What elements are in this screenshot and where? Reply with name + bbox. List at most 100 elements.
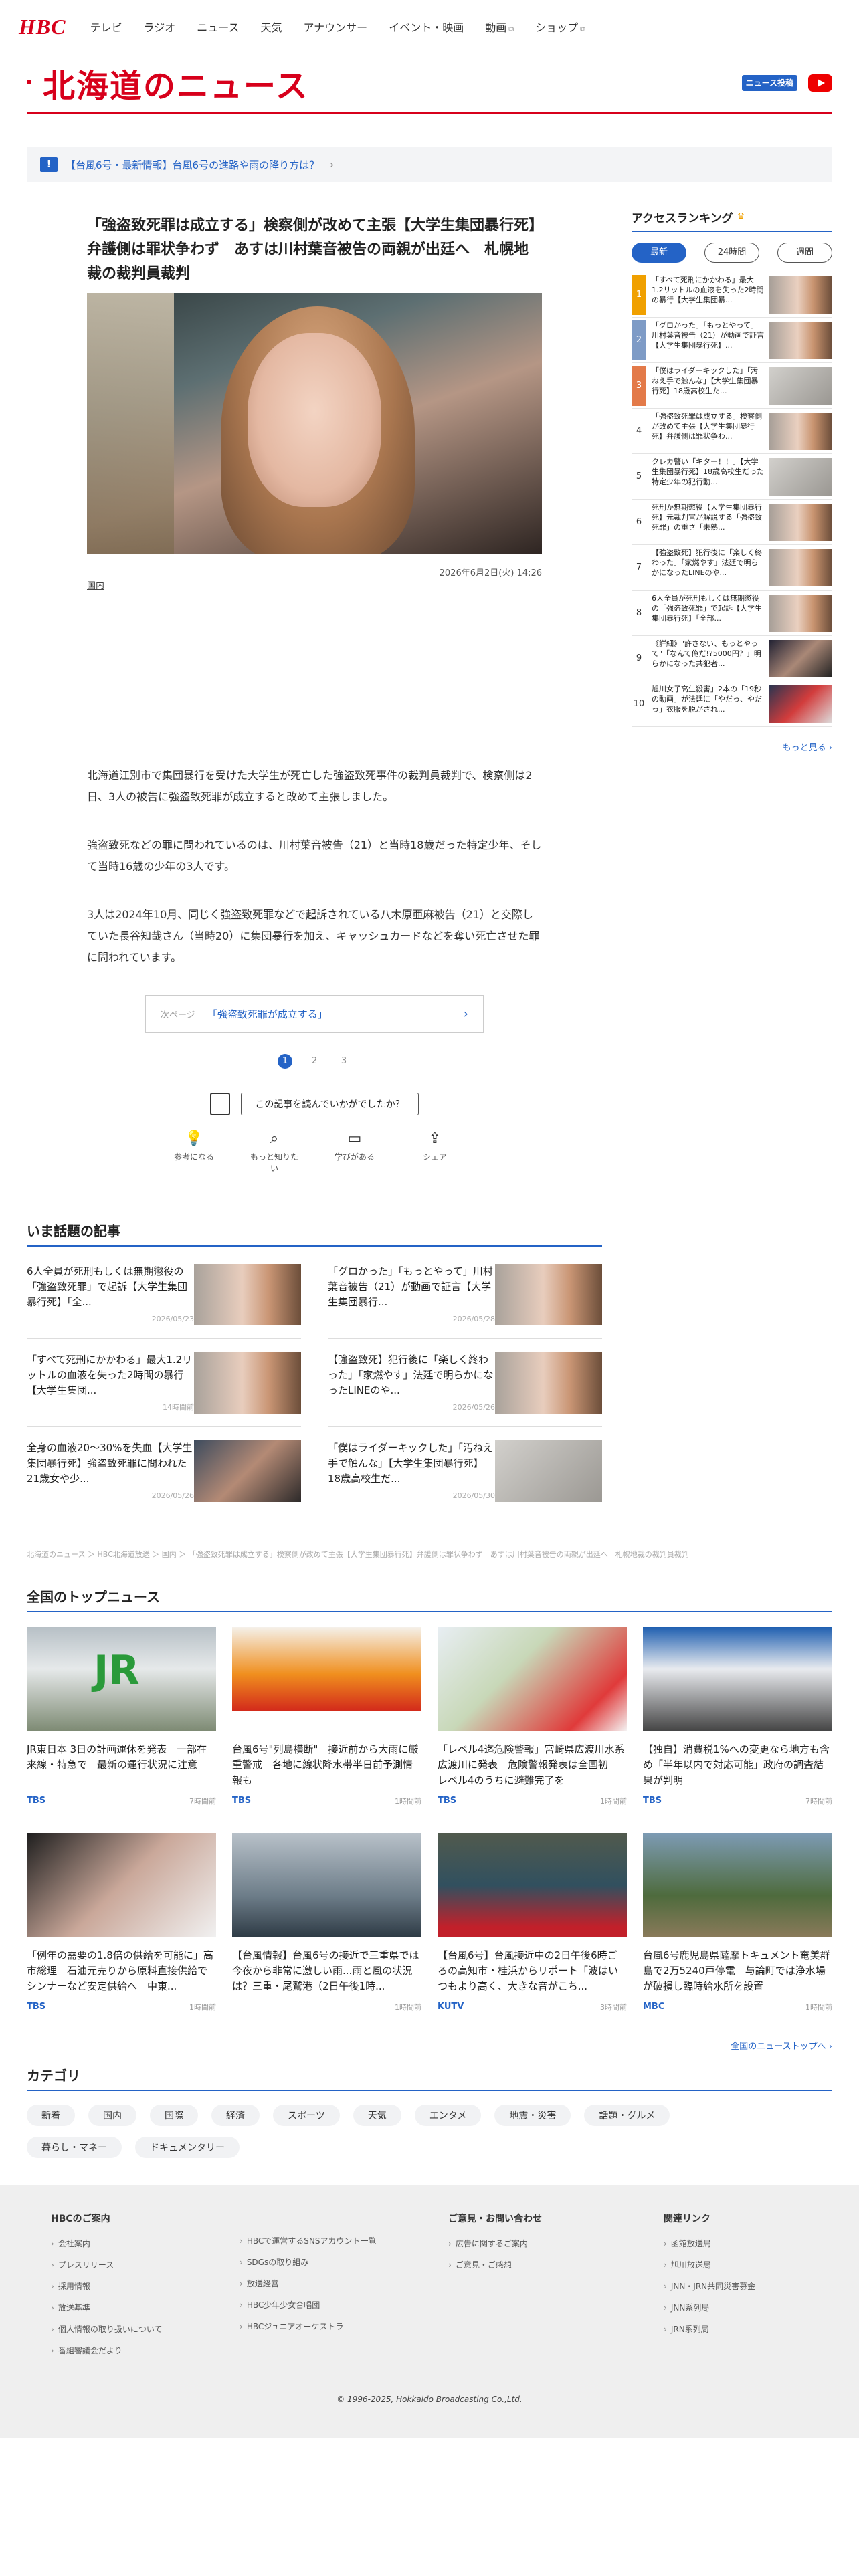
- reaction-label: 参考になる: [173, 1152, 214, 1162]
- category-chip[interactable]: 話題・グルメ: [584, 2105, 670, 2126]
- category-chip[interactable]: 地震・災害: [494, 2105, 571, 2126]
- trending-thumbnail: [495, 1264, 602, 1325]
- category-chip[interactable]: 国際: [150, 2105, 198, 2126]
- next-page-link[interactable]: 次ページ 「強盗致死罪が成立する」 ›: [145, 995, 484, 1033]
- top-news-card[interactable]: 【独自】消費税1%への変更なら地方も含め「半年以内で対応可能」政府の調査結果が判…: [643, 1627, 832, 1806]
- ranking-item[interactable]: 3 「僕はライダーキックした」「汚ねえ手で触んな」【大学生集団暴行死】18歳高校生…: [632, 363, 832, 409]
- typhoon-alert-link[interactable]: ! 【台風6号・最新情報】台風6号の進路や雨の降り方は？ ›: [27, 147, 832, 182]
- footer-heading: ご意見・お問い合わせ: [448, 2214, 542, 2224]
- top-news-title: 全国のトップニュース: [27, 1586, 832, 1612]
- external-link-icon: ⧉: [580, 25, 585, 33]
- youtube-icon[interactable]: [808, 74, 832, 92]
- footer-link[interactable]: 個人情報の取り扱いについて: [51, 2319, 231, 2340]
- ranking-item[interactable]: 6 死刑か無期懲役【大学生集団暴行死】元裁判官が解説する「強盗致死罪」の重さ「未熟…: [632, 500, 832, 545]
- footer-link[interactable]: HBC少年少女合唱団: [240, 2294, 440, 2316]
- ranking-item[interactable]: 10 旭川女子高生殺害」2本の「19秒の動画」が法廷に「やだっ、やだっ」衣服を脱が…: [632, 681, 832, 727]
- ranking-item[interactable]: 9 《詳細》"許さない、もっとやって"「なんて俺だ!?5000円？」明らかになった…: [632, 636, 832, 681]
- category-chip[interactable]: 国内: [88, 2105, 136, 2126]
- reaction-helpful-button[interactable]: 💡 参考になる: [167, 1130, 221, 1174]
- more-link-label: もっと見る: [782, 743, 826, 753]
- top-news-time: 1時間前: [189, 2003, 216, 2012]
- all-top-news-link[interactable]: 全国のニューストップへ ›: [27, 2039, 832, 2052]
- ranking-item[interactable]: 1 「すべて死刑にかかわる」最大1.2リットルの血液を失った2時間の暴行【大学生集…: [632, 272, 832, 318]
- ranking-item[interactable]: 2 「グロかった」「もっとやって」川村葉音被告（21）が動画で証言【大学生集団暴行…: [632, 318, 832, 363]
- footer-heading: 関連リンク: [664, 2214, 710, 2224]
- share-button[interactable]: ⇪ シェア: [408, 1130, 462, 1174]
- nav-event[interactable]: イベント・映画: [389, 19, 464, 35]
- top-news-card[interactable]: 「レベル4迄危険警報」宮崎県広渡川水系広渡川に発表 危険警報発表は全国初 レベル…: [438, 1627, 627, 1806]
- footer-link[interactable]: SDGsの取り組み: [240, 2252, 440, 2273]
- ranking-item-title: 「僕はライダーキックした」「汚ねえ手で触んな」【大学生集団暴行死】18歳高校生た…: [652, 366, 759, 395]
- footer-link[interactable]: 番組審議会だより: [51, 2340, 231, 2361]
- top-news-source: TBS: [27, 1796, 46, 1806]
- top-news-meta: MBC 1時間前: [643, 2002, 832, 2012]
- ranking-item[interactable]: 4 「強盗致死罪は成立する」検察側が改めて主張【大学生集団暴行死】弁護側は罪状争わ…: [632, 409, 832, 454]
- footer-link[interactable]: 函館放送局: [664, 2233, 844, 2254]
- tab-latest[interactable]: 最新: [632, 243, 686, 263]
- footer-link[interactable]: 放送基準: [51, 2297, 231, 2319]
- footer-link[interactable]: 放送経営: [240, 2273, 440, 2294]
- top-news-card[interactable]: 「例年の需要の1.8倍の供給を可能に」高市総理 石油元売りから原料直接供給でシン…: [27, 1833, 216, 2012]
- hbc-logo[interactable]: HBC: [19, 15, 66, 39]
- footer-link[interactable]: 採用情報: [51, 2276, 231, 2297]
- nav-video[interactable]: 動画 ⧉: [485, 19, 514, 35]
- footer-link[interactable]: 広告に関するご案内: [448, 2233, 656, 2254]
- footer-link[interactable]: 会社案内: [51, 2233, 231, 2254]
- category-chip[interactable]: 暮らし・マネー: [27, 2137, 122, 2158]
- reaction-more-button[interactable]: ⌕ もっと知りたい: [248, 1130, 301, 1174]
- trending-item[interactable]: 全身の血液20～30%を失血【大学生集団暴行死】強盗致死罪に問われた21歳女や少…: [27, 1440, 301, 1515]
- trending-item[interactable]: 「グロかった」「もっとやって」川村葉音被告（21）が動画で証言【大学生集団暴行.…: [328, 1264, 602, 1339]
- top-news-meta: KUTV 3時間前: [438, 2002, 627, 2012]
- page-2-button[interactable]: 2: [307, 1054, 322, 1069]
- footer-col-sns: HBCで運営するSNSアカウント一覧SDGsの取り組み放送経営HBC少年少女合唱…: [240, 2212, 440, 2361]
- rank-number: 2: [632, 320, 646, 360]
- category-chip[interactable]: スポーツ: [273, 2105, 340, 2126]
- footer-link[interactable]: HBCジュニアオーケストラ: [240, 2316, 440, 2337]
- footer-link[interactable]: JNN系列局: [664, 2297, 844, 2319]
- top-news-time: 1時間前: [395, 2003, 421, 2012]
- category-chip[interactable]: 新着: [27, 2105, 75, 2126]
- more-ranking-link[interactable]: もっと見る ›: [632, 740, 832, 753]
- top-news-card[interactable]: 【台風6号】台風接近中の2日午後6時ごろの高知市・桂浜からリポート「波はいつもよ…: [438, 1833, 627, 2012]
- trending-item[interactable]: 「僕はライダーキックした」「汚ねえ手で触んな」【大学生集団暴行死】18歳高校生だ…: [328, 1440, 602, 1515]
- category-chip[interactable]: 経済: [211, 2105, 260, 2126]
- top-news-card[interactable]: 台風6号"列島横断" 接近前から大雨に厳重警戒 各地に線状降水帯半日前予測情報も…: [232, 1627, 421, 1806]
- news-post-button[interactable]: ニュース投稿: [741, 75, 797, 91]
- rank-number: 10: [633, 698, 645, 709]
- ranking-item[interactable]: 5 クレカ警い「キター！！」【大学生集団暴行死】18歳高校生だった特定少年の犯行動…: [632, 454, 832, 500]
- ranking-title-text: アクセスランキング: [632, 212, 733, 225]
- top-news-card[interactable]: JR東日本 3日の計画運休を発表 一部在来線・特急で 最新の運行状況に注意 TBS…: [27, 1627, 216, 1806]
- nav-announcer[interactable]: アナウンサー: [304, 19, 368, 35]
- category-chip[interactable]: ドキュメンタリー: [135, 2137, 240, 2158]
- top-news-card[interactable]: 台風6号鹿児島県薩摩トキュメント奄美群島で2万5240戸停電 与論町では浄水場が…: [643, 1833, 832, 2012]
- footer-link[interactable]: ご意見・ご感想: [448, 2254, 656, 2276]
- footer-link[interactable]: JRN系列局: [664, 2319, 844, 2340]
- category-chip[interactable]: 天気: [353, 2105, 401, 2126]
- nav-shop[interactable]: ショップ ⧉: [535, 19, 585, 35]
- nav-tv[interactable]: テレビ: [90, 19, 122, 35]
- trending-item[interactable]: 【強盗致死】犯行後に「楽しく終わった」「家燃やす」法廷で明らかになったLINEの…: [328, 1352, 602, 1427]
- tab-24h[interactable]: 24時間: [704, 243, 759, 263]
- footer-link[interactable]: 旭川放送局: [664, 2254, 844, 2276]
- top-news-card[interactable]: 【台風情報】台風6号の接近で三重県では今夜から非常に激しい雨...雨と風の状況は…: [232, 1833, 421, 2012]
- tab-weekly[interactable]: 週間: [777, 243, 832, 263]
- ranking-item[interactable]: 8 6人全員が死刑もしくは無期懲役の「強盗致死罪」で起訴【大学生集団暴行死】「全部…: [632, 591, 832, 636]
- footer-col-contact: ご意見・お問い合わせ 広告に関するご案内ご意見・ご感想: [448, 2212, 656, 2361]
- nav-news[interactable]: ニュース: [197, 19, 239, 35]
- reaction-learn-button[interactable]: ▭ 学びがある: [328, 1130, 381, 1174]
- page-1-button[interactable]: 1: [278, 1054, 292, 1069]
- ranking-item[interactable]: 7 【強盗致死】犯行後に「楽しく終わった」「家燃やす」法廷で明らかになったLINE…: [632, 545, 832, 591]
- category-chip[interactable]: エンタメ: [414, 2105, 482, 2126]
- nav-weather[interactable]: 天気: [260, 19, 282, 35]
- top-news-meta: TBS 7時間前: [643, 1796, 832, 1806]
- trending-thumbnail: [194, 1352, 301, 1414]
- footer-link[interactable]: HBCで運営するSNSアカウント一覧: [240, 2230, 440, 2252]
- trending-title: いま話題の記事: [27, 1220, 602, 1247]
- footer-link[interactable]: プレスリリース: [51, 2254, 231, 2276]
- trending-item[interactable]: 6人全員が死刑もしくは無期懲役の「強盗致死罪」で起訴【大学生集団暴行死】「全..…: [27, 1264, 301, 1339]
- footer-link[interactable]: JNN・JRN共同災害募金: [664, 2276, 844, 2297]
- trending-item[interactable]: 「すべて死刑にかかわる」最大1.2リットルの血液を失った2時間の暴行【大学生集団…: [27, 1352, 301, 1427]
- page-3-button[interactable]: 3: [337, 1054, 351, 1069]
- nav-radio[interactable]: ラジオ: [144, 19, 176, 35]
- article-category[interactable]: 国内: [87, 581, 104, 591]
